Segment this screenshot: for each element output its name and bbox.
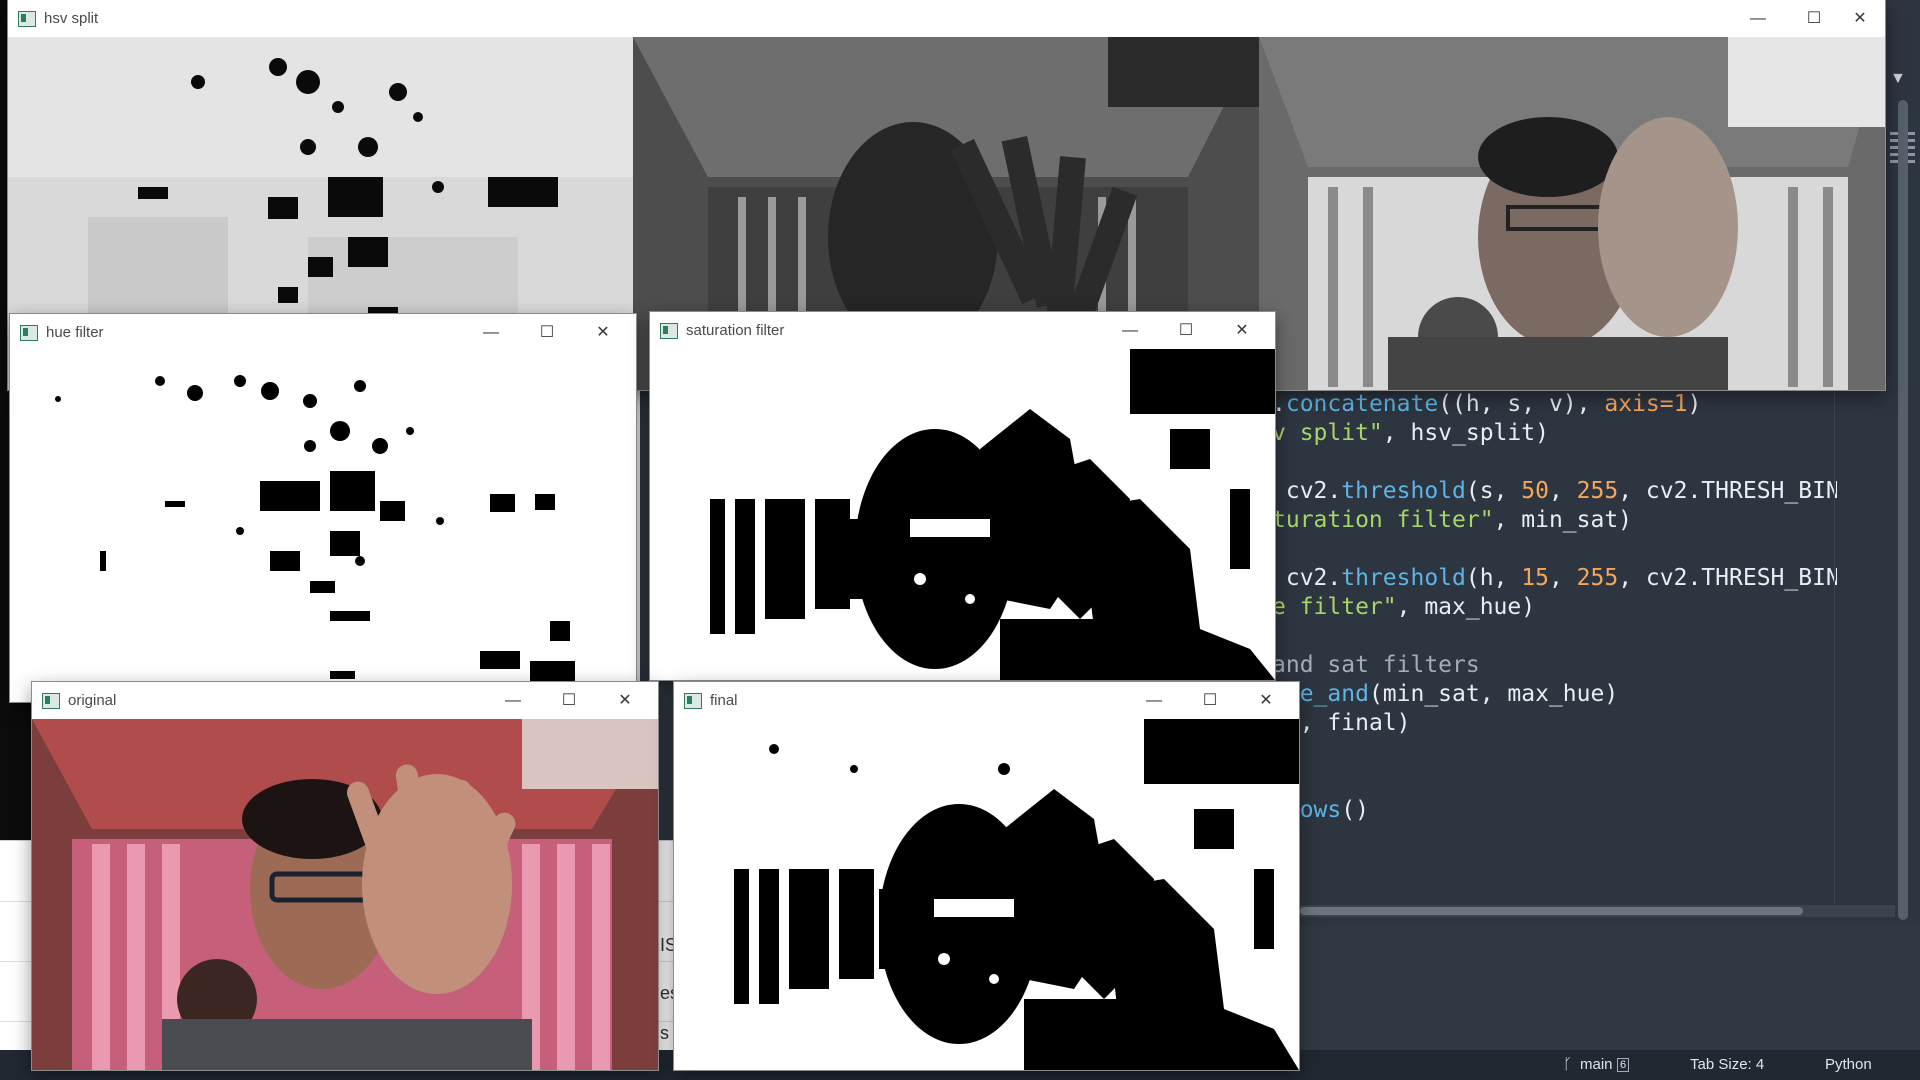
code-token: cv2. bbox=[1272, 565, 1342, 591]
code-line[interactable]: cv2.threshold(h, 15, 255, cv2.THRESH_BIN bbox=[1272, 564, 1837, 593]
code-token: , min_sat) bbox=[1493, 507, 1633, 533]
code-token: ((h, s, v), bbox=[1438, 391, 1605, 417]
hue-filter-window[interactable]: hue filter — ☐ ✕ bbox=[10, 314, 636, 702]
branch-count-badge: 6 bbox=[1617, 1058, 1630, 1072]
code-token: axis bbox=[1604, 391, 1660, 417]
code-token: 1 bbox=[1673, 391, 1688, 417]
maximize-button[interactable]: ☐ bbox=[1163, 316, 1209, 345]
code-token: 255 bbox=[1576, 565, 1619, 591]
chevron-down-icon[interactable]: ▼ bbox=[1890, 70, 1906, 88]
branch-icon: ᚴ bbox=[1563, 1056, 1573, 1073]
minimize-button[interactable]: — bbox=[468, 318, 514, 347]
saturation-filter-window[interactable]: saturation filter — ☐ ✕ bbox=[650, 312, 1275, 680]
code-token: , hsv_split) bbox=[1382, 420, 1549, 446]
code-token: , bbox=[1548, 478, 1577, 504]
code-line[interactable]: .concatenate((h, s, v), axis=1) bbox=[1272, 390, 1837, 419]
maximize-button[interactable]: ☐ bbox=[546, 686, 592, 715]
horizontal-scrollbar[interactable] bbox=[1300, 907, 1803, 915]
editor-output-panel bbox=[1272, 925, 1920, 1050]
original-image bbox=[32, 719, 658, 1070]
saturation-filter-image bbox=[650, 349, 1275, 680]
final-image bbox=[674, 719, 1299, 1070]
code-token: threshold bbox=[1341, 478, 1466, 504]
code-token: turation filter" bbox=[1272, 507, 1494, 533]
close-button[interactable]: ✕ bbox=[1219, 316, 1265, 345]
code-token: ) bbox=[1687, 391, 1702, 417]
code-token: concatenate bbox=[1285, 391, 1439, 417]
app-icon bbox=[660, 323, 678, 339]
branch-name[interactable]: main bbox=[1580, 1056, 1613, 1073]
code-line[interactable]: ndows() bbox=[1272, 796, 1837, 825]
window-titlebar[interactable]: final — ☐ ✕ bbox=[674, 682, 1299, 719]
code-line[interactable] bbox=[1272, 448, 1837, 477]
code-line[interactable] bbox=[1272, 535, 1837, 564]
code-token: 50 bbox=[1521, 478, 1549, 504]
code-token: , bbox=[1548, 565, 1577, 591]
vertical-scrollbar[interactable] bbox=[1898, 100, 1908, 920]
code-token: () bbox=[1341, 797, 1369, 823]
code-token: (s, bbox=[1465, 478, 1522, 504]
code-token: , cv2.THRESH_BIN bbox=[1618, 565, 1837, 591]
code-token: v split" bbox=[1272, 420, 1383, 446]
window-titlebar[interactable]: saturation filter — ☐ ✕ bbox=[650, 312, 1275, 349]
panel-text-fragment: s bbox=[660, 1023, 669, 1043]
window-title: hsv split bbox=[44, 10, 99, 27]
code-line[interactable] bbox=[1272, 738, 1837, 767]
code-token: threshold bbox=[1341, 565, 1466, 591]
code-token: (min_sat, max_hue) bbox=[1368, 681, 1619, 707]
code-token: 255 bbox=[1576, 478, 1619, 504]
window-title: original bbox=[68, 692, 117, 709]
minimize-button[interactable]: — bbox=[1131, 686, 1177, 715]
code-token: 15 bbox=[1521, 565, 1549, 591]
minimize-button[interactable]: — bbox=[490, 686, 536, 715]
window-titlebar[interactable]: hue filter — ☐ ✕ bbox=[10, 314, 636, 351]
code-line[interactable] bbox=[1272, 767, 1837, 796]
window-title: saturation filter bbox=[686, 322, 785, 339]
minimize-button[interactable]: — bbox=[1107, 316, 1153, 345]
final-window[interactable]: final — ☐ ✕ bbox=[674, 682, 1299, 1070]
code-line[interactable]: turation filter", min_sat) bbox=[1272, 506, 1837, 535]
code-line[interactable]: cv2.threshold(s, 50, 255, cv2.THRESH_BIN bbox=[1272, 477, 1837, 506]
code-line[interactable]: v split", hsv_split) bbox=[1272, 419, 1837, 448]
close-button[interactable]: ✕ bbox=[602, 686, 648, 715]
code-token: e filter" bbox=[1272, 594, 1397, 620]
window-title: hue filter bbox=[46, 324, 104, 341]
code-token: (h, bbox=[1465, 565, 1522, 591]
close-button[interactable]: ✕ bbox=[580, 318, 626, 347]
code-token: = bbox=[1659, 391, 1674, 417]
app-icon bbox=[20, 325, 38, 341]
window-title: final bbox=[710, 692, 738, 709]
code-token: , cv2.THRESH_BIN bbox=[1618, 478, 1837, 504]
minimize-button[interactable]: — bbox=[1735, 4, 1781, 33]
code-token: , max_hue) bbox=[1396, 594, 1536, 620]
code-line[interactable]: l", final) bbox=[1272, 709, 1837, 738]
code-view[interactable]: .concatenate((h, s, v), axis=1) v split",… bbox=[1272, 390, 1837, 910]
maximize-button[interactable]: ☐ bbox=[1187, 686, 1233, 715]
code-token: and sat filters bbox=[1272, 652, 1480, 678]
close-button[interactable]: ✕ bbox=[1837, 4, 1883, 33]
app-icon bbox=[684, 693, 702, 709]
code-line[interactable]: e filter", max_hue) bbox=[1272, 593, 1837, 622]
original-window[interactable]: original — ☐ ✕ bbox=[32, 682, 658, 1070]
tab-size-indicator[interactable]: Tab Size: 4 bbox=[1690, 1056, 1764, 1073]
app-icon bbox=[18, 11, 36, 27]
maximize-button[interactable]: ☐ bbox=[1791, 4, 1837, 33]
maximize-button[interactable]: ☐ bbox=[524, 318, 570, 347]
code-token: , final) bbox=[1299, 710, 1411, 736]
code-line[interactable]: and sat filters bbox=[1272, 651, 1837, 680]
window-titlebar[interactable]: original — ☐ ✕ bbox=[32, 682, 658, 719]
code-line[interactable] bbox=[1272, 622, 1837, 651]
window-titlebar[interactable]: hsv split — ☐ ✕ bbox=[8, 0, 1885, 37]
app-icon bbox=[42, 693, 60, 709]
close-button[interactable]: ✕ bbox=[1243, 686, 1289, 715]
syntax-language[interactable]: Python bbox=[1825, 1056, 1872, 1073]
hue-filter-image bbox=[10, 351, 636, 702]
code-line[interactable]: ise_and(min_sat, max_hue) bbox=[1272, 680, 1837, 709]
code-token: cv2. bbox=[1272, 478, 1342, 504]
